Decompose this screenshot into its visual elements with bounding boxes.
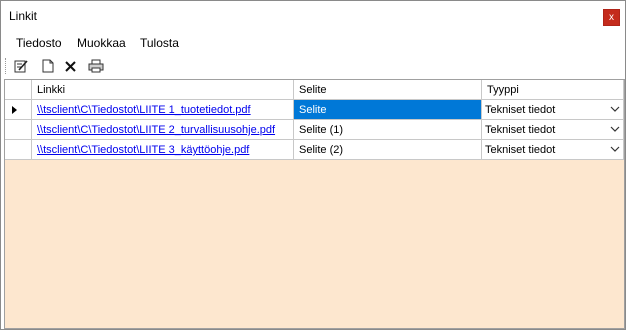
description-cell[interactable]: Selite (1)	[294, 120, 482, 140]
row-header[interactable]	[5, 140, 32, 160]
type-dropdown-value: Tekniset tiedot	[485, 144, 556, 156]
file-link[interactable]: \\tsclient\C\Tiedostot\LIITE 2_turvallis…	[37, 124, 275, 136]
description-cell[interactable]: Selite (2)	[294, 140, 482, 160]
table-row[interactable]: \\tsclient\C\Tiedostot\LIITE 2_turvallis…	[5, 120, 624, 141]
column-header-tyyppi[interactable]: Tyyppi	[482, 80, 624, 100]
edit-icon[interactable]	[12, 57, 30, 75]
grid-header-row: Linkki Selite Tyyppi	[5, 80, 624, 101]
print-icon[interactable]	[87, 57, 105, 75]
file-link[interactable]: \\tsclient\C\Tiedostot\LIITE 3_käyttöohj…	[37, 144, 249, 156]
row-header-corner[interactable]	[5, 80, 32, 100]
title-bar: Linkit x	[1, 1, 625, 31]
type-dropdown-value: Tekniset tiedot	[485, 104, 556, 116]
menu-muokkaa[interactable]: Muokkaa	[77, 36, 126, 50]
new-document-icon[interactable]	[39, 57, 57, 75]
menu-bar: Tiedosto Muokkaa Tulosta	[1, 31, 625, 55]
chevron-down-icon[interactable]	[610, 124, 620, 134]
row-header[interactable]	[5, 120, 32, 140]
column-header-linkki[interactable]: Linkki	[32, 80, 294, 100]
type-dropdown[interactable]: Tekniset tiedot	[482, 120, 624, 140]
column-header-selite[interactable]: Selite	[294, 80, 482, 100]
description-cell[interactable]: Selite	[294, 100, 482, 120]
links-grid[interactable]: Linkki Selite Tyyppi \\tsclient\C\Tiedos…	[4, 79, 625, 329]
table-row[interactable]: \\tsclient\C\Tiedostot\LIITE 1_tuotetied…	[5, 100, 624, 121]
menu-tiedosto[interactable]: Tiedosto	[16, 36, 62, 50]
type-dropdown[interactable]: Tekniset tiedot	[482, 100, 624, 120]
table-row[interactable]: \\tsclient\C\Tiedostot\LIITE 3_käyttöohj…	[5, 140, 624, 161]
type-dropdown[interactable]: Tekniset tiedot	[482, 140, 624, 160]
close-button[interactable]: x	[603, 9, 620, 26]
file-link[interactable]: \\tsclient\C\Tiedostot\LIITE 1_tuotetied…	[37, 104, 251, 116]
delete-icon[interactable]	[61, 57, 79, 75]
toolbar	[1, 55, 625, 77]
chevron-down-icon[interactable]	[610, 144, 620, 154]
menu-tulosta[interactable]: Tulosta	[140, 36, 179, 50]
linkit-window: Linkit x Tiedosto Muokkaa Tulosta Linkki…	[0, 0, 626, 330]
link-cell[interactable]: \\tsclient\C\Tiedostot\LIITE 2_turvallis…	[32, 120, 294, 140]
chevron-down-icon[interactable]	[610, 104, 620, 114]
toolbar-grip[interactable]	[5, 58, 7, 74]
row-header[interactable]	[5, 100, 32, 120]
current-row-indicator-icon	[12, 106, 17, 114]
type-dropdown-value: Tekniset tiedot	[485, 124, 556, 136]
link-cell[interactable]: \\tsclient\C\Tiedostot\LIITE 1_tuotetied…	[32, 100, 294, 120]
link-cell[interactable]: \\tsclient\C\Tiedostot\LIITE 3_käyttöohj…	[32, 140, 294, 160]
window-title: Linkit	[9, 9, 38, 23]
